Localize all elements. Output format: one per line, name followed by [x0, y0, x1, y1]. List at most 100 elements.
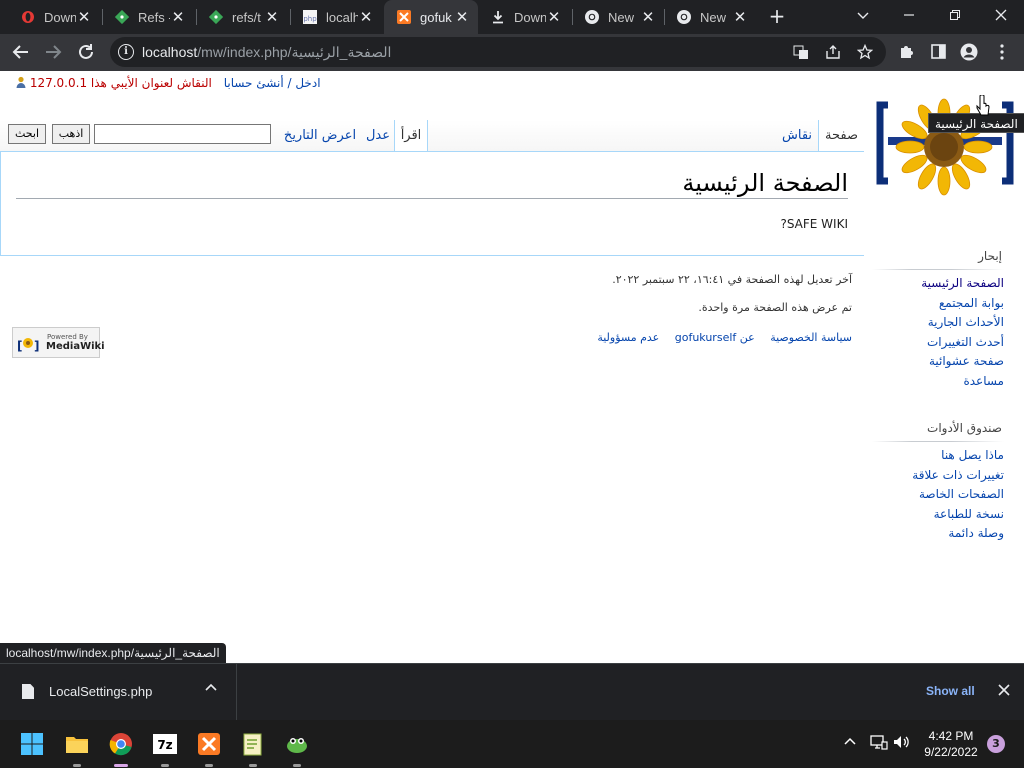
- chrome-icon: [676, 9, 692, 25]
- more-menu-icon[interactable]: [993, 43, 1011, 61]
- tab-edit[interactable]: عدل: [362, 120, 394, 151]
- disclaimer-link[interactable]: عدم مسؤولية: [597, 331, 659, 344]
- show-hidden-icons-chevron-icon[interactable]: [843, 734, 857, 752]
- tab-strip: Down ✕ Refs - ✕ refs/t ✕ php localh ✕ go…: [0, 0, 1024, 34]
- xampp-taskbar-icon[interactable]: [197, 732, 221, 756]
- tool-special-pages[interactable]: الصفحات الخاصة: [912, 485, 1004, 505]
- wiki-logo[interactable]: [876, 95, 1016, 203]
- system-clock[interactable]: 4:42 PM 9/22/2022: [916, 728, 986, 760]
- active-indicator: [114, 764, 128, 767]
- close-tab-icon[interactable]: ✕: [264, 8, 280, 26]
- tab-title: localh: [326, 9, 358, 25]
- chrome-icon: [584, 9, 600, 25]
- profile-avatar-icon[interactable]: [960, 43, 978, 61]
- close-window-icon[interactable]: [986, 4, 1016, 26]
- tab-read[interactable]: اقرأ: [394, 120, 428, 152]
- ip-talk-link[interactable]: النقاش لعنوان الأيبي هذا: [91, 76, 212, 90]
- close-tab-icon[interactable]: ✕: [454, 8, 470, 26]
- tool-related-changes[interactable]: تغييرات ذات علاقة: [912, 466, 1004, 486]
- reload-icon[interactable]: [73, 39, 99, 65]
- site-info-icon[interactable]: i: [118, 44, 134, 60]
- download-filename: LocalSettings.php: [49, 684, 153, 699]
- go-button[interactable]: اذهب: [52, 124, 90, 144]
- tab-title: Down: [514, 9, 546, 25]
- browser-tab-5-active[interactable]: gofuk ✕: [384, 0, 478, 34]
- close-tab-icon[interactable]: ✕: [732, 8, 748, 26]
- share-icon[interactable]: [824, 43, 842, 61]
- tab-talk[interactable]: نقاش: [776, 120, 818, 151]
- tab-title: New: [700, 9, 727, 25]
- 7zip-icon[interactable]: 7z: [153, 732, 177, 756]
- tab-search-chevron-icon[interactable]: [848, 4, 878, 26]
- tool-printable-version[interactable]: نسخة للطباعة: [912, 505, 1004, 525]
- nav-community-portal[interactable]: بوابة المجتمع: [921, 294, 1004, 314]
- translate-icon[interactable]: [792, 43, 810, 61]
- url-text[interactable]: localhost/mw/index.php/الصفحة_الرئيسية: [142, 44, 391, 61]
- mediawiki-text: MediaWiki: [46, 341, 105, 352]
- git-icon: [208, 9, 224, 25]
- close-tab-icon[interactable]: ✕: [76, 8, 92, 26]
- network-icon[interactable]: [870, 734, 888, 754]
- minimize-icon[interactable]: [894, 4, 924, 26]
- tool-what-links-here[interactable]: ماذا يصل هنا: [912, 446, 1004, 466]
- xampp-icon: [396, 9, 412, 25]
- link-status-bubble: localhost/mw/index.php/الصفحة_الرئيسية: [0, 643, 226, 663]
- show-all-button[interactable]: Show all: [926, 684, 975, 698]
- tool-permanent-link[interactable]: وصلة دائمة: [912, 524, 1004, 544]
- tab-history[interactable]: اعرض التاريخ: [280, 120, 360, 151]
- browser-tab-3[interactable]: refs/t ✕: [196, 0, 288, 34]
- navigation-heading: إبحار: [978, 249, 1002, 263]
- download-item[interactable]: LocalSettings.php: [0, 664, 237, 720]
- close-tab-icon[interactable]: ✕: [170, 8, 186, 26]
- chevron-up-icon[interactable]: [205, 682, 217, 698]
- notification-badge[interactable]: 3: [987, 735, 1005, 753]
- svg-text:7z: 7z: [157, 738, 172, 752]
- nav-random-page[interactable]: صفحة عشوائية: [921, 352, 1004, 372]
- new-tab-plus-icon[interactable]: +: [766, 5, 788, 27]
- download-shelf: LocalSettings.php Show all: [0, 663, 1024, 720]
- nav-main-page[interactable]: الصفحة الرئيسية: [921, 274, 1004, 294]
- view-count-text: تم عرض هذه الصفحة مرة واحدة.: [698, 301, 852, 314]
- tab-title: refs/t: [232, 9, 261, 25]
- file-explorer-icon[interactable]: [65, 732, 89, 756]
- browser-tab-7[interactable]: New ✕: [572, 0, 664, 34]
- toolbox-divider: [872, 441, 1004, 442]
- restore-icon[interactable]: [940, 4, 970, 26]
- forward-arrow-icon[interactable]: [40, 39, 66, 65]
- mouse-pointer-icon: [976, 95, 990, 116]
- browser-tab-8[interactable]: New ✕: [664, 0, 756, 34]
- close-tab-icon[interactable]: ✕: [546, 8, 562, 26]
- nav-help[interactable]: مساعدة: [921, 372, 1004, 392]
- nav-recent-changes[interactable]: أحدث التغييرات: [921, 333, 1004, 353]
- search-input[interactable]: [94, 124, 271, 144]
- web-page: ادخل / أنشئ حسابا النقاش لعنوان الأيبي ه…: [0, 71, 1024, 663]
- search-button[interactable]: ابحث: [8, 124, 46, 144]
- browser-tab-4[interactable]: php localh ✕: [290, 0, 382, 34]
- notepad-plus-plus-icon[interactable]: [241, 732, 265, 756]
- ip-user-link[interactable]: 127.0.0.1: [30, 76, 87, 90]
- windows-start-icon[interactable]: [20, 732, 44, 756]
- back-arrow-icon[interactable]: [8, 39, 34, 65]
- chameleon-app-icon[interactable]: [285, 732, 309, 756]
- privacy-link[interactable]: سياسة الخصوصية: [770, 331, 852, 344]
- extensions-puzzle-icon[interactable]: [897, 43, 915, 61]
- volume-icon[interactable]: [893, 734, 911, 754]
- chrome-taskbar-icon[interactable]: [109, 732, 133, 756]
- powered-by-mediawiki-badge[interactable]: [ ] Powered By MediaWiki: [12, 327, 105, 358]
- browser-toolbar: i localhost/mw/index.php/الصفحة_الرئيسية: [0, 34, 1024, 71]
- side-panel-icon[interactable]: [929, 43, 947, 61]
- about-link[interactable]: عن gofukurself: [675, 331, 755, 344]
- bookmark-star-icon[interactable]: [856, 43, 874, 61]
- close-shelf-icon[interactable]: [998, 681, 1010, 700]
- close-tab-icon[interactable]: ✕: [358, 8, 374, 26]
- login-link[interactable]: ادخل / أنشئ حسابا: [224, 76, 321, 90]
- address-bar[interactable]: i localhost/mw/index.php/الصفحة_الرئيسية: [110, 37, 886, 67]
- close-tab-icon[interactable]: ✕: [640, 8, 656, 26]
- toolbox-heading: صندوق الأدوات: [927, 421, 1002, 435]
- browser-tab-2[interactable]: Refs - ✕: [102, 0, 194, 34]
- browser-tab-1[interactable]: Down ✕: [8, 0, 100, 34]
- browser-tab-6[interactable]: Down ✕: [478, 0, 570, 34]
- tab-page[interactable]: صفحة: [818, 120, 864, 152]
- running-indicator: [73, 764, 81, 767]
- nav-current-events[interactable]: الأحداث الجارية: [921, 313, 1004, 333]
